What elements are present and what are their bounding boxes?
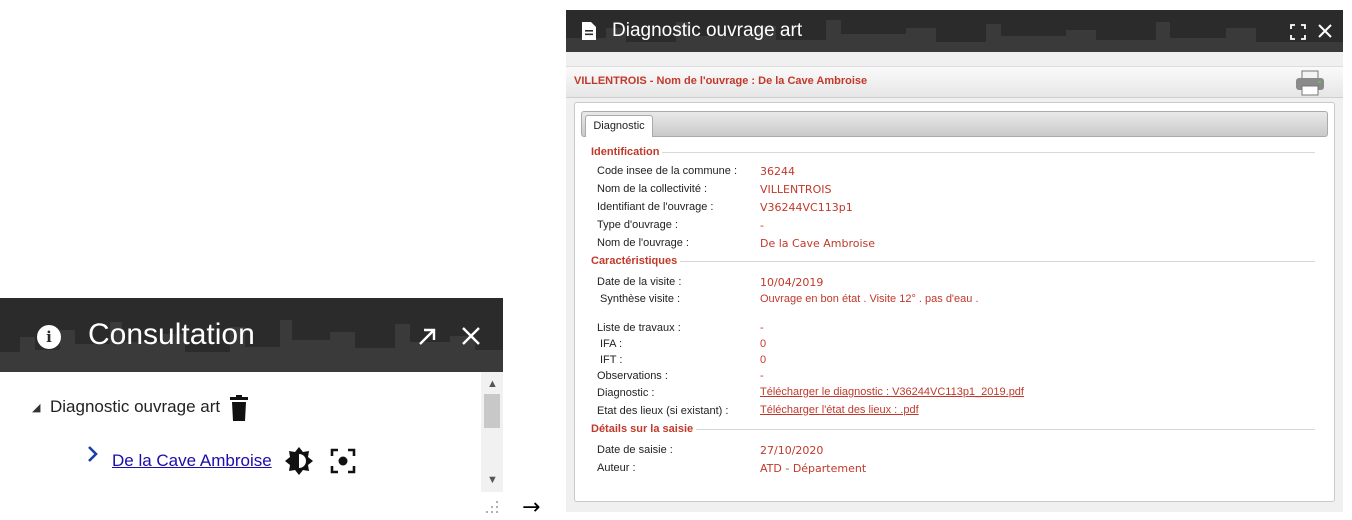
scroll-down-icon[interactable]: ▼ bbox=[487, 474, 498, 486]
download-etat-lieux-link[interactable]: Télécharger l'état des lieux : .pdf bbox=[760, 404, 919, 416]
section-divider bbox=[589, 152, 1315, 153]
date-visite-value: 10/04/2019 bbox=[760, 276, 824, 289]
code-insee-value: 36244 bbox=[760, 165, 795, 178]
window-title: Diagnostic ouvrage art bbox=[612, 20, 803, 41]
travaux-value: - bbox=[760, 322, 764, 334]
printer-icon[interactable] bbox=[1294, 70, 1326, 96]
section-caracteristiques: Caractéristiques bbox=[589, 255, 681, 267]
auteur-label: Auteur : bbox=[597, 462, 636, 474]
code-insee-label: Code insee de la commune : bbox=[597, 165, 738, 177]
tree-collapse-icon[interactable]: ◢ bbox=[32, 401, 40, 414]
type-ouvrage-value: - bbox=[760, 219, 764, 232]
observations-value: - bbox=[760, 370, 764, 382]
detail-panel: Diagnostic Identification Code insee de … bbox=[574, 102, 1335, 502]
ifa-label: IFA : bbox=[600, 338, 623, 350]
record-header: VILLENTROIS - Nom de l'ouvrage : De la C… bbox=[566, 66, 1343, 98]
scroll-up-icon[interactable]: ▲ bbox=[487, 378, 498, 390]
observations-label: Observations : bbox=[597, 370, 668, 382]
diagnostic-file-label: Diagnostic : bbox=[597, 387, 655, 399]
section-divider bbox=[589, 261, 1315, 262]
scrollbar-thumb[interactable] bbox=[484, 394, 500, 428]
nom-ouvrage-value: De la Cave Ambroise bbox=[760, 237, 876, 250]
ifa-value: 0 bbox=[760, 338, 767, 350]
feature-link[interactable]: De la Cave Ambroise bbox=[112, 451, 272, 471]
synthese-value: Ouvrage en bon état . Visite 12° . pas d… bbox=[760, 293, 979, 305]
tree-node-label: Diagnostic ouvrage art bbox=[50, 397, 221, 416]
consultation-panel: i Consultation ▲ ▼ ◢ Diagnostic ouvrage … bbox=[0, 298, 503, 518]
collectivite-label: Nom de la collectivité : bbox=[597, 183, 708, 195]
info-icon: i bbox=[37, 325, 61, 349]
resize-grip-icon[interactable] bbox=[484, 498, 500, 514]
record-title: VILLENTROIS - Nom de l'ouvrage : De la C… bbox=[574, 75, 868, 87]
date-visite-label: Date de la visite : bbox=[597, 276, 682, 288]
type-ouvrage-label: Type d'ouvrage : bbox=[597, 219, 678, 231]
panel-title: Consultation bbox=[88, 318, 255, 351]
travaux-label: Liste de travaux : bbox=[597, 322, 681, 334]
diagnostic-header: Diagnostic ouvrage art bbox=[566, 10, 1343, 52]
close-icon[interactable] bbox=[460, 320, 482, 350]
download-diagnostic-link[interactable]: Télécharger le diagnostic : V36244VC113p… bbox=[760, 386, 1024, 398]
transition-arrow: → bbox=[522, 495, 541, 520]
synthese-label: Synthèse visite : bbox=[600, 293, 681, 305]
etat-lieux-label: Etat des lieux (si existant) : bbox=[597, 405, 729, 417]
ift-value: 0 bbox=[760, 354, 767, 366]
nom-ouvrage-label: Nom de l'ouvrage : bbox=[597, 237, 689, 249]
diagnostic-window: Diagnostic ouvrage art VILLENTROIS - Nom… bbox=[566, 10, 1343, 512]
section-details-saisie: Détails sur la saisie bbox=[589, 423, 697, 435]
section-divider bbox=[589, 429, 1315, 430]
expand-arrow-icon[interactable] bbox=[416, 320, 438, 350]
consultation-header: i Consultation bbox=[0, 298, 503, 372]
fullscreen-icon[interactable] bbox=[1290, 24, 1306, 40]
trash-icon[interactable] bbox=[229, 395, 249, 421]
collectivite-value: VILLENTROIS bbox=[760, 183, 832, 196]
chevron-right-icon[interactable] bbox=[86, 445, 100, 463]
section-identification: Identification bbox=[589, 146, 663, 158]
identifiant-value: V36244VC113p1 bbox=[760, 201, 853, 214]
auteur-value: ATD - Département bbox=[760, 462, 867, 475]
close-icon[interactable] bbox=[1317, 22, 1333, 40]
brightness-icon[interactable] bbox=[285, 447, 313, 475]
tab-bar: Diagnostic bbox=[581, 111, 1328, 137]
tab-diagnostic[interactable]: Diagnostic bbox=[585, 115, 653, 137]
document-icon bbox=[582, 22, 596, 40]
identifiant-label: Identifiant de l'ouvrage : bbox=[597, 201, 714, 213]
ift-label: IFT : bbox=[600, 354, 623, 366]
date-saisie-value: 27/10/2020 bbox=[760, 444, 824, 457]
focus-icon[interactable] bbox=[330, 448, 356, 474]
date-saisie-label: Date de saisie : bbox=[597, 444, 673, 456]
